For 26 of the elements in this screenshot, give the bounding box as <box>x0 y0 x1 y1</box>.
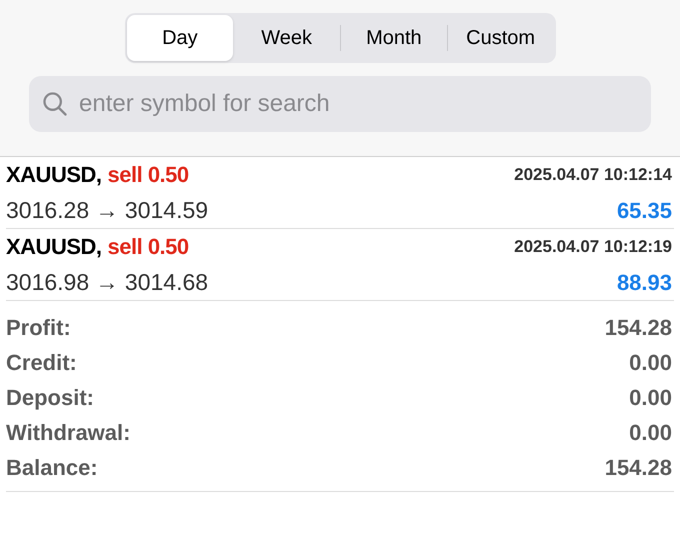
summary-value: 0.00 <box>629 384 672 412</box>
search-icon <box>41 90 69 118</box>
summary-label: Balance: <box>6 454 98 482</box>
summary-label: Withdrawal: <box>6 419 130 447</box>
profit-value: 88.93 <box>616 268 672 296</box>
period-tab[interactable]: Month <box>341 15 447 61</box>
summary-value: 0.00 <box>629 349 672 377</box>
summary-label: Credit: <box>6 349 77 377</box>
period-tab[interactable]: Custom <box>448 15 554 61</box>
summary-value: 154.28 <box>604 314 672 342</box>
price-change: 3016.28 → 3014.59 <box>6 196 208 225</box>
profit-value: 65.35 <box>616 196 672 224</box>
deal-time: 2025.04.07 10:12:19 <box>514 236 672 258</box>
symbol-label: XAUUSD, <box>6 160 102 189</box>
price-change: 3016.98 → 3014.68 <box>6 268 208 297</box>
summary-label: Profit: <box>6 314 71 342</box>
summary-label: Deposit: <box>6 384 94 412</box>
symbol-label: XAUUSD, <box>6 232 102 261</box>
search-field[interactable]: enter symbol for search <box>29 76 651 132</box>
deal-time: 2025.04.07 10:12:14 <box>514 164 672 186</box>
trade-type: sell 0.50 <box>108 160 189 189</box>
trade-type: sell 0.50 <box>108 232 189 261</box>
summary-value: 0.00 <box>629 419 672 447</box>
period-tab[interactable]: Week <box>233 15 340 61</box>
period-tab[interactable]: Day <box>126 15 234 61</box>
summary-value: 154.28 <box>604 454 672 482</box>
